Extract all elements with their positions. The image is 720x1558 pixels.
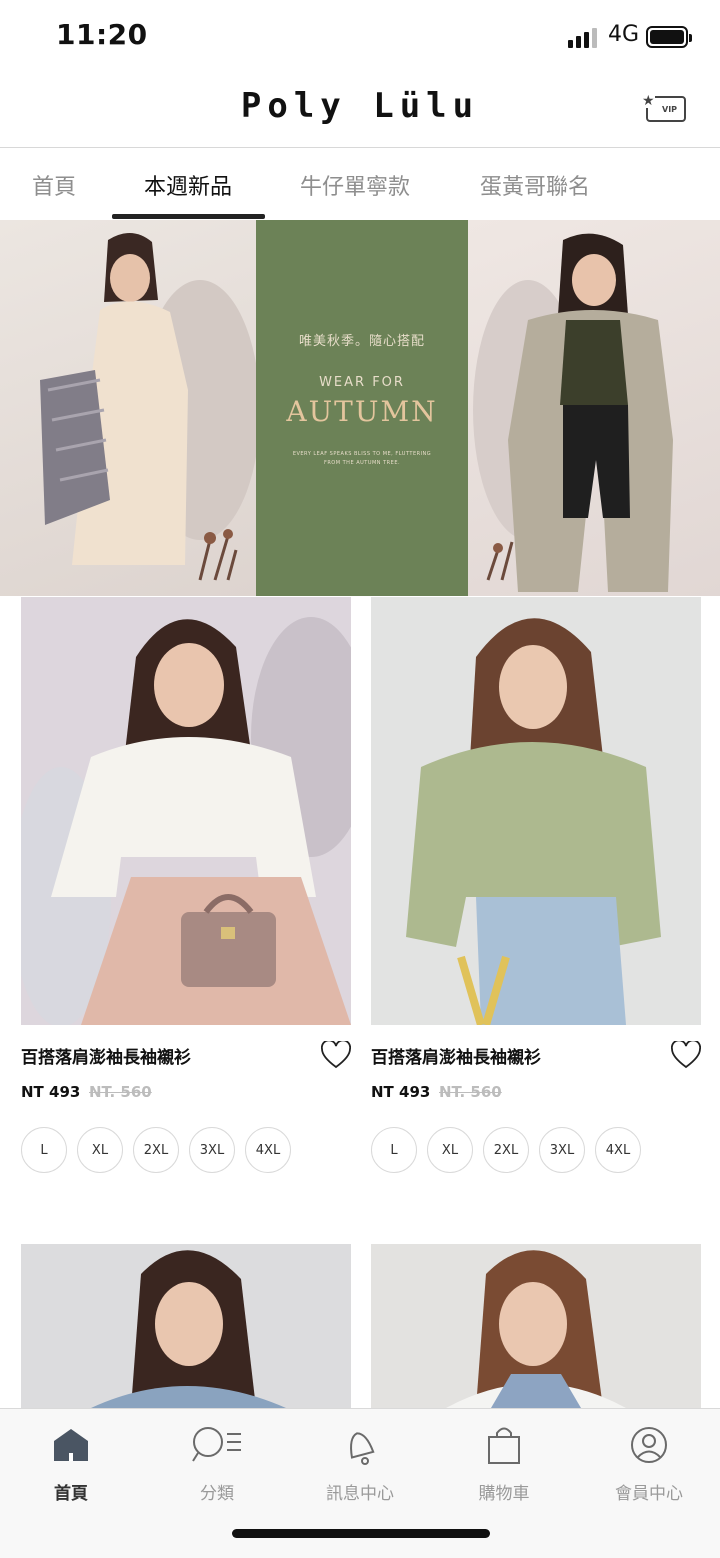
nav-label: 分類 [200, 1484, 234, 1504]
bell-icon [305, 1423, 415, 1467]
nav-label: 訊息中心 [326, 1484, 394, 1504]
nav-label: 首頁 [54, 1484, 88, 1504]
size-option[interactable]: L [21, 1127, 67, 1173]
size-options: L XL 2XL 3XL 4XL [371, 1127, 641, 1173]
banner-cn-title: 唯美秋季。隨心搭配 [298, 334, 425, 349]
size-option[interactable]: 3XL [189, 1127, 235, 1173]
size-option[interactable]: L [371, 1127, 417, 1173]
product-card[interactable]: 百搭落肩澎袖長袖襯衫 NT 493 NT. 560 L XL 2XL 3XL 4… [21, 597, 352, 1173]
product-card[interactable]: 百搭落肩澎袖長袖襯衫 NT 493 NT. 560 L XL 2XL 3XL 4… [371, 597, 702, 1173]
nav-label: 購物車 [478, 1484, 530, 1504]
tab-denim[interactable]: 牛仔單寧款 [300, 169, 410, 201]
size-option[interactable]: 4XL [595, 1127, 641, 1173]
product-image[interactable] [371, 1244, 701, 1408]
size-option[interactable]: 2XL [483, 1127, 529, 1173]
size-option[interactable]: XL [427, 1127, 473, 1173]
vip-label: VIP [662, 105, 678, 114]
size-option[interactable]: 3XL [539, 1127, 585, 1173]
nav-messages[interactable]: 訊息中心 [305, 1423, 415, 1504]
heart-icon[interactable] [670, 1039, 702, 1069]
brand-logo[interactable]: Poly Lülu [0, 86, 720, 126]
product-name[interactable]: 百搭落肩澎袖長袖襯衫 [21, 1043, 191, 1068]
tab-home[interactable]: 首頁 [32, 169, 76, 201]
product-original-price: NT. 560 [89, 1083, 152, 1101]
network-type: 4G [608, 22, 640, 47]
banner-photo-left [0, 220, 256, 596]
banner-text-panel: 唯美秋季。隨心搭配 WEAR FOR AUTUMN EVERY LEAF SPE… [256, 220, 468, 596]
shopping-bag-icon [449, 1423, 559, 1467]
size-option[interactable]: XL [77, 1127, 123, 1173]
nav-category[interactable]: 分類 [162, 1423, 272, 1504]
active-tab-indicator [112, 214, 265, 219]
product-card[interactable] [21, 1244, 351, 1408]
size-option[interactable]: 2XL [133, 1127, 179, 1173]
banner-en-title: AUTUMN [286, 395, 438, 428]
promo-banner[interactable]: 唯美秋季。隨心搭配 WEAR FOR AUTUMN EVERY LEAF SPE… [0, 220, 720, 596]
nav-home[interactable]: 首頁 [16, 1423, 126, 1504]
search-list-icon [162, 1423, 272, 1467]
product-card[interactable] [371, 1244, 701, 1408]
nav-label: 會員中心 [615, 1484, 683, 1504]
app-screen: 11:20 4G Poly Lülu ★ VIP 首頁 本週新品 牛仔單寧款 蛋… [0, 0, 720, 1558]
banner-photo-right [468, 220, 720, 596]
battery-icon [646, 26, 692, 48]
size-options: L XL 2XL 3XL 4XL [21, 1127, 291, 1173]
home-indicator[interactable] [232, 1529, 490, 1538]
vip-card-icon[interactable]: ★ VIP [642, 94, 686, 122]
size-option[interactable]: 4XL [245, 1127, 291, 1173]
app-header: Poly Lülu ★ VIP [0, 72, 720, 148]
home-icon [16, 1423, 126, 1467]
product-price: NT 493 [21, 1083, 81, 1101]
tab-collab[interactable]: 蛋黃哥聯名 [480, 169, 590, 201]
status-bar: 11:20 4G [0, 0, 720, 72]
banner-en-subtitle: WEAR FOR [319, 375, 405, 390]
signal-icon [568, 26, 597, 48]
tab-new-this-week[interactable]: 本週新品 [144, 169, 232, 201]
product-image[interactable] [371, 597, 701, 1025]
product-image[interactable] [21, 597, 351, 1025]
product-image[interactable] [21, 1244, 351, 1408]
nav-cart[interactable]: 購物車 [449, 1423, 559, 1504]
banner-quote: EVERY LEAF SPEAKS BLISS TO ME, FLUTTERIN… [292, 451, 432, 466]
category-tabs: 首頁 本週新品 牛仔單寧款 蛋黃哥聯名 [0, 149, 720, 220]
heart-icon[interactable] [320, 1039, 352, 1069]
product-original-price: NT. 560 [439, 1083, 502, 1101]
product-price: NT 493 [371, 1083, 431, 1101]
product-name[interactable]: 百搭落肩澎袖長袖襯衫 [371, 1043, 541, 1068]
user-icon [594, 1423, 704, 1467]
status-time: 11:20 [56, 18, 148, 51]
nav-member[interactable]: 會員中心 [594, 1423, 704, 1504]
